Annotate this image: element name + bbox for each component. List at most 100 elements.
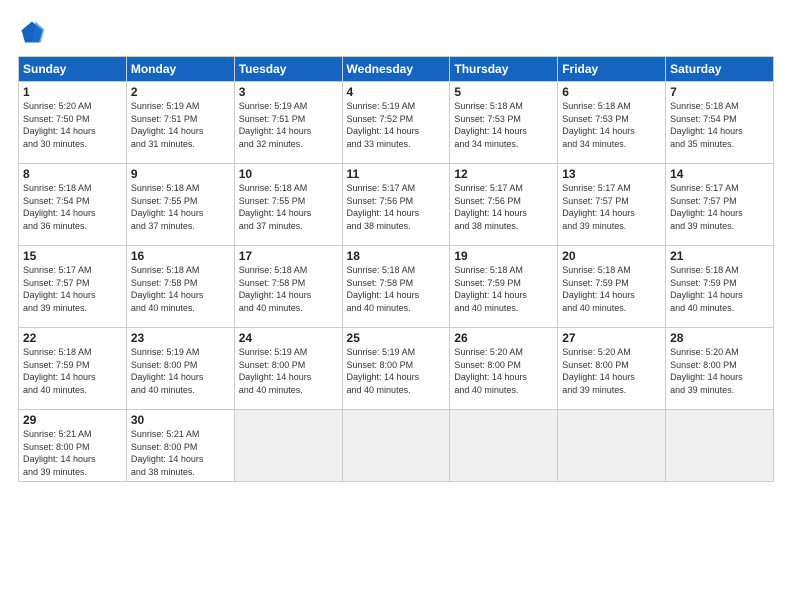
day-number: 6 <box>562 85 661 99</box>
day-number: 29 <box>23 413 122 427</box>
day-number: 3 <box>239 85 338 99</box>
day-info: Sunrise: 5:19 AM Sunset: 8:00 PM Dayligh… <box>347 346 446 396</box>
day-info: Sunrise: 5:19 AM Sunset: 7:51 PM Dayligh… <box>131 100 230 150</box>
day-number: 28 <box>670 331 769 345</box>
day-info: Sunrise: 5:19 AM Sunset: 7:52 PM Dayligh… <box>347 100 446 150</box>
calendar-cell <box>666 410 774 482</box>
calendar-cell: 27Sunrise: 5:20 AM Sunset: 8:00 PM Dayli… <box>558 328 666 410</box>
day-info: Sunrise: 5:21 AM Sunset: 8:00 PM Dayligh… <box>131 428 230 478</box>
day-number: 15 <box>23 249 122 263</box>
calendar-cell: 6Sunrise: 5:18 AM Sunset: 7:53 PM Daylig… <box>558 82 666 164</box>
day-number: 4 <box>347 85 446 99</box>
day-number: 22 <box>23 331 122 345</box>
calendar-cell: 26Sunrise: 5:20 AM Sunset: 8:00 PM Dayli… <box>450 328 558 410</box>
logo-icon <box>18 18 46 46</box>
day-info: Sunrise: 5:18 AM Sunset: 7:55 PM Dayligh… <box>239 182 338 232</box>
calendar-cell: 11Sunrise: 5:17 AM Sunset: 7:56 PM Dayli… <box>342 164 450 246</box>
day-number: 23 <box>131 331 230 345</box>
day-info: Sunrise: 5:19 AM Sunset: 8:00 PM Dayligh… <box>239 346 338 396</box>
calendar-cell: 15Sunrise: 5:17 AM Sunset: 7:57 PM Dayli… <box>19 246 127 328</box>
calendar-cell: 22Sunrise: 5:18 AM Sunset: 7:59 PM Dayli… <box>19 328 127 410</box>
day-number: 13 <box>562 167 661 181</box>
calendar: SundayMondayTuesdayWednesdayThursdayFrid… <box>18 56 774 482</box>
logo <box>18 18 48 46</box>
day-number: 7 <box>670 85 769 99</box>
calendar-cell: 5Sunrise: 5:18 AM Sunset: 7:53 PM Daylig… <box>450 82 558 164</box>
day-info: Sunrise: 5:18 AM Sunset: 7:53 PM Dayligh… <box>454 100 553 150</box>
day-info: Sunrise: 5:18 AM Sunset: 7:59 PM Dayligh… <box>23 346 122 396</box>
calendar-cell: 20Sunrise: 5:18 AM Sunset: 7:59 PM Dayli… <box>558 246 666 328</box>
day-info: Sunrise: 5:17 AM Sunset: 7:57 PM Dayligh… <box>562 182 661 232</box>
day-info: Sunrise: 5:20 AM Sunset: 8:00 PM Dayligh… <box>454 346 553 396</box>
day-info: Sunrise: 5:19 AM Sunset: 7:51 PM Dayligh… <box>239 100 338 150</box>
day-number: 9 <box>131 167 230 181</box>
calendar-week-row: 1Sunrise: 5:20 AM Sunset: 7:50 PM Daylig… <box>19 82 774 164</box>
weekday-header: Saturday <box>666 57 774 82</box>
calendar-cell: 12Sunrise: 5:17 AM Sunset: 7:56 PM Dayli… <box>450 164 558 246</box>
calendar-cell <box>234 410 342 482</box>
calendar-cell <box>558 410 666 482</box>
calendar-cell: 17Sunrise: 5:18 AM Sunset: 7:58 PM Dayli… <box>234 246 342 328</box>
calendar-cell: 16Sunrise: 5:18 AM Sunset: 7:58 PM Dayli… <box>126 246 234 328</box>
calendar-cell: 9Sunrise: 5:18 AM Sunset: 7:55 PM Daylig… <box>126 164 234 246</box>
day-number: 12 <box>454 167 553 181</box>
day-number: 21 <box>670 249 769 263</box>
day-number: 5 <box>454 85 553 99</box>
day-info: Sunrise: 5:18 AM Sunset: 7:58 PM Dayligh… <box>131 264 230 314</box>
weekday-header: Wednesday <box>342 57 450 82</box>
calendar-cell <box>450 410 558 482</box>
calendar-cell: 1Sunrise: 5:20 AM Sunset: 7:50 PM Daylig… <box>19 82 127 164</box>
calendar-cell: 30Sunrise: 5:21 AM Sunset: 8:00 PM Dayli… <box>126 410 234 482</box>
day-number: 2 <box>131 85 230 99</box>
page: SundayMondayTuesdayWednesdayThursdayFrid… <box>0 0 792 612</box>
day-number: 11 <box>347 167 446 181</box>
calendar-cell: 13Sunrise: 5:17 AM Sunset: 7:57 PM Dayli… <box>558 164 666 246</box>
day-info: Sunrise: 5:17 AM Sunset: 7:56 PM Dayligh… <box>347 182 446 232</box>
day-info: Sunrise: 5:18 AM Sunset: 7:59 PM Dayligh… <box>670 264 769 314</box>
calendar-cell: 19Sunrise: 5:18 AM Sunset: 7:59 PM Dayli… <box>450 246 558 328</box>
day-number: 24 <box>239 331 338 345</box>
calendar-cell: 3Sunrise: 5:19 AM Sunset: 7:51 PM Daylig… <box>234 82 342 164</box>
day-number: 17 <box>239 249 338 263</box>
day-info: Sunrise: 5:20 AM Sunset: 8:00 PM Dayligh… <box>562 346 661 396</box>
weekday-header: Monday <box>126 57 234 82</box>
calendar-cell: 14Sunrise: 5:17 AM Sunset: 7:57 PM Dayli… <box>666 164 774 246</box>
day-number: 25 <box>347 331 446 345</box>
day-info: Sunrise: 5:18 AM Sunset: 7:58 PM Dayligh… <box>347 264 446 314</box>
day-number: 10 <box>239 167 338 181</box>
day-number: 30 <box>131 413 230 427</box>
calendar-cell <box>342 410 450 482</box>
day-info: Sunrise: 5:18 AM Sunset: 7:53 PM Dayligh… <box>562 100 661 150</box>
calendar-header-row: SundayMondayTuesdayWednesdayThursdayFrid… <box>19 57 774 82</box>
day-info: Sunrise: 5:18 AM Sunset: 7:58 PM Dayligh… <box>239 264 338 314</box>
weekday-header: Friday <box>558 57 666 82</box>
day-info: Sunrise: 5:20 AM Sunset: 7:50 PM Dayligh… <box>23 100 122 150</box>
day-info: Sunrise: 5:18 AM Sunset: 7:59 PM Dayligh… <box>562 264 661 314</box>
calendar-cell: 23Sunrise: 5:19 AM Sunset: 8:00 PM Dayli… <box>126 328 234 410</box>
day-info: Sunrise: 5:17 AM Sunset: 7:57 PM Dayligh… <box>670 182 769 232</box>
calendar-cell: 29Sunrise: 5:21 AM Sunset: 8:00 PM Dayli… <box>19 410 127 482</box>
day-info: Sunrise: 5:17 AM Sunset: 7:56 PM Dayligh… <box>454 182 553 232</box>
day-info: Sunrise: 5:21 AM Sunset: 8:00 PM Dayligh… <box>23 428 122 478</box>
day-info: Sunrise: 5:18 AM Sunset: 7:55 PM Dayligh… <box>131 182 230 232</box>
day-info: Sunrise: 5:20 AM Sunset: 8:00 PM Dayligh… <box>670 346 769 396</box>
calendar-cell: 18Sunrise: 5:18 AM Sunset: 7:58 PM Dayli… <box>342 246 450 328</box>
day-number: 26 <box>454 331 553 345</box>
day-number: 8 <box>23 167 122 181</box>
calendar-cell: 21Sunrise: 5:18 AM Sunset: 7:59 PM Dayli… <box>666 246 774 328</box>
calendar-week-row: 8Sunrise: 5:18 AM Sunset: 7:54 PM Daylig… <box>19 164 774 246</box>
calendar-cell: 25Sunrise: 5:19 AM Sunset: 8:00 PM Dayli… <box>342 328 450 410</box>
header <box>18 18 774 46</box>
day-info: Sunrise: 5:18 AM Sunset: 7:59 PM Dayligh… <box>454 264 553 314</box>
day-info: Sunrise: 5:17 AM Sunset: 7:57 PM Dayligh… <box>23 264 122 314</box>
calendar-week-row: 15Sunrise: 5:17 AM Sunset: 7:57 PM Dayli… <box>19 246 774 328</box>
day-info: Sunrise: 5:19 AM Sunset: 8:00 PM Dayligh… <box>131 346 230 396</box>
calendar-week-row: 29Sunrise: 5:21 AM Sunset: 8:00 PM Dayli… <box>19 410 774 482</box>
calendar-cell: 4Sunrise: 5:19 AM Sunset: 7:52 PM Daylig… <box>342 82 450 164</box>
weekday-header: Sunday <box>19 57 127 82</box>
day-number: 14 <box>670 167 769 181</box>
day-number: 18 <box>347 249 446 263</box>
day-number: 19 <box>454 249 553 263</box>
day-number: 16 <box>131 249 230 263</box>
weekday-header: Thursday <box>450 57 558 82</box>
